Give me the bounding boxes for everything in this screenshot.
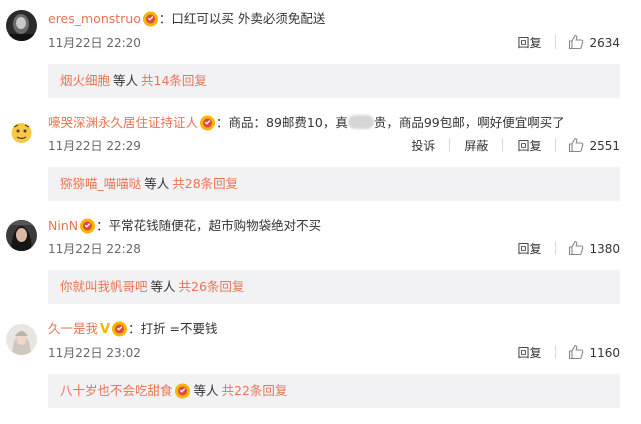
like-button[interactable]: 1160 [568, 344, 620, 362]
gold-badge-icon [174, 378, 191, 412]
reply-count-link[interactable]: 共14条回复 [141, 73, 207, 88]
reply-summary[interactable]: 猕猕喵_喵喵哒 等人 共28条回复 [48, 167, 620, 201]
comment-content-cont: 贵，商品99包邮，啊好便宜啊买了 [373, 115, 565, 130]
comment-actions: 回复 2634 [503, 34, 620, 52]
avatar[interactable] [6, 324, 37, 355]
comment-line: 嚎哭深渊永久居住证持证人 ：商品：89邮费10，真 贵，商品99包邮，啊好便宜啊买了 [48, 113, 565, 133]
gold-badge-icon [199, 115, 216, 137]
like-count: 1380 [589, 242, 620, 256]
comment-line: NinN ：平常花钱随便花，超市购物袋绝对不买 [48, 216, 321, 236]
comment-author[interactable]: eres_monstruo [48, 11, 141, 26]
divider [555, 138, 557, 152]
comment-content: ：平常花钱随便花，超市购物袋绝对不买 [96, 218, 322, 233]
avatar[interactable] [6, 220, 37, 251]
block-button[interactable]: 屏蔽 [464, 137, 488, 155]
gold-badge-icon [79, 218, 96, 240]
reply-count-link[interactable]: 共28条回复 [172, 176, 238, 191]
comment-line: eres_monstruo ：口红可以买 外卖必须免配送 [48, 9, 325, 29]
divider [555, 345, 557, 359]
comment-actions: 投诉 屏蔽 回复 2551 [397, 137, 620, 155]
comment-author[interactable]: 嚎哭深渊永久居住证持证人 [48, 115, 198, 130]
reply-button[interactable]: 回复 [517, 344, 541, 362]
reply-user[interactable]: 烟火细胞 [60, 73, 110, 88]
comment-author[interactable]: NinN [48, 218, 78, 233]
divider [449, 138, 451, 152]
blurred-text [347, 115, 374, 129]
comment-content: ：打折 =不要钱 [128, 321, 218, 336]
reply-count-link[interactable]: 共22条回复 [222, 383, 288, 398]
reply-etc: 等人 [144, 176, 170, 191]
like-count: 2551 [589, 139, 620, 153]
reply-user[interactable]: 你就叫我帆哥吧 [60, 279, 148, 294]
comment-actions: 回复 1380 [503, 240, 620, 258]
reply-count-link[interactable]: 共26条回复 [179, 279, 245, 294]
reply-summary[interactable]: 烟火细胞 等人 共14条回复 [48, 64, 620, 98]
weibo-comment-list: eres_monstruo ：口红可以买 外卖必须免配送 11月22日 22:20… [0, 0, 641, 424]
comment-time: 11月22日 22:29 [48, 139, 141, 153]
reply-summary[interactable]: 你就叫我帆哥吧 等人 共26条回复 [48, 270, 620, 304]
reply-etc: 等人 [113, 73, 139, 88]
comment-time: 11月22日 22:20 [48, 36, 141, 50]
comment-time: 11月22日 23:02 [48, 346, 141, 360]
like-count: 2634 [589, 36, 620, 50]
avatar[interactable] [6, 117, 37, 148]
thumbs-up-icon [569, 344, 584, 360]
reply-button[interactable]: 回复 [517, 34, 541, 52]
like-button[interactable]: 1380 [568, 240, 620, 258]
comment-content: ：口红可以买 外卖必须免配送 [158, 11, 326, 26]
divider [555, 241, 557, 255]
like-count: 1160 [589, 346, 620, 360]
reply-etc: 等人 [150, 279, 176, 294]
comment-actions: 回复 1160 [503, 344, 620, 362]
reply-etc: 等人 [193, 383, 219, 398]
reply-button[interactable]: 回复 [517, 137, 541, 155]
comment-author[interactable]: 久一是我 [48, 321, 98, 336]
divider [502, 138, 504, 152]
thumbs-up-icon [569, 240, 584, 256]
vip-v-icon: V [100, 322, 111, 337]
reply-user[interactable]: 八十岁也不会吃甜食 [60, 383, 173, 398]
thumbs-up-icon [569, 34, 584, 50]
gold-badge-icon [111, 321, 128, 343]
reply-user[interactable]: 猕猕喵_喵喵哒 [60, 176, 141, 191]
reply-summary[interactable]: 八十岁也不会吃甜食 等人 共22条回复 [48, 374, 620, 408]
comment-line: 久一是我 V ：打折 =不要钱 [48, 319, 218, 339]
like-button[interactable]: 2551 [568, 137, 620, 155]
like-button[interactable]: 2634 [568, 34, 620, 52]
comment-content: ：商品：89邮费10，真 [216, 115, 348, 130]
comment-time: 11月22日 22:28 [48, 242, 141, 256]
gold-badge-icon [142, 11, 159, 33]
report-button[interactable]: 投诉 [411, 137, 435, 155]
avatar[interactable] [6, 10, 37, 41]
reply-button[interactable]: 回复 [517, 240, 541, 258]
divider [555, 35, 557, 49]
thumbs-up-icon [569, 137, 584, 153]
